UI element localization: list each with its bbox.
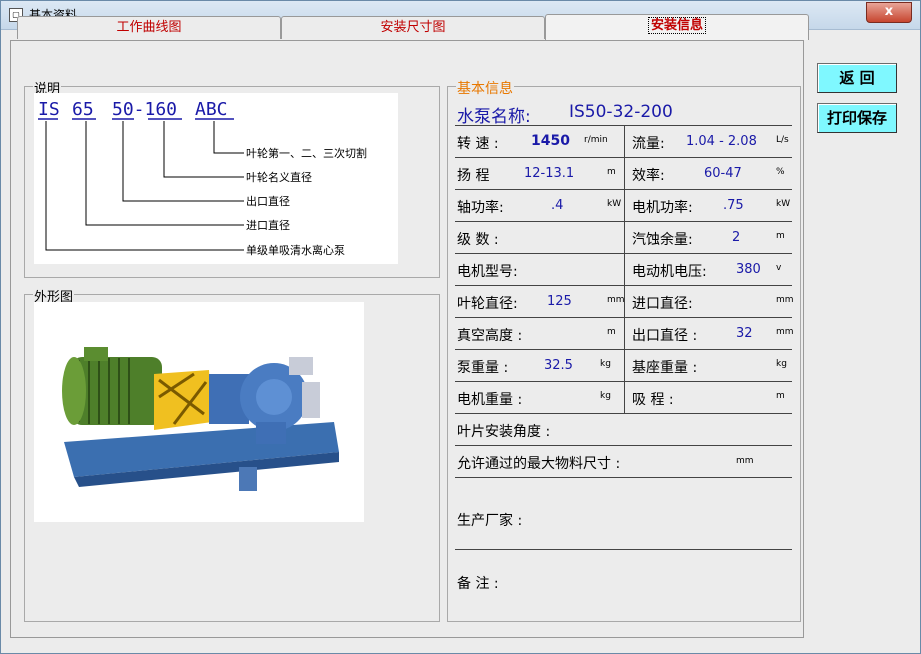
explanation-outlet: 出口直径: [246, 194, 290, 208]
head-label: 扬 程: [457, 168, 490, 184]
model-part-type: IS: [38, 99, 60, 120]
npsh-value: 2: [732, 230, 741, 245]
efficiency-label: 效率:: [632, 168, 665, 184]
shaft-power-unit: kW: [607, 199, 622, 209]
npsh-label: 汽蚀余量:: [632, 232, 693, 248]
pump-name-value: IS50-32-200: [569, 102, 673, 122]
pump-name-label: 水泵名称:: [457, 107, 531, 127]
model-part-outlet-impeller: 50-160: [112, 99, 177, 120]
pump-weight-value: 32.5: [544, 358, 573, 373]
motor-weight-label: 电机重量 :: [457, 392, 523, 408]
flow-label: 流量:: [632, 136, 665, 152]
motor-model-label: 电机型号:: [457, 264, 518, 280]
motor-power-value: .75: [723, 198, 744, 213]
base-weight-label: 基座重量 :: [632, 360, 698, 376]
close-button[interactable]: x: [866, 2, 912, 23]
model-part-cut: ABC: [195, 99, 228, 120]
shaft-power-label: 轴功率:: [457, 200, 504, 216]
max-material-label: 允许通过的最大物料尺寸 :: [457, 456, 621, 472]
column-divider: [624, 125, 625, 413]
motor-voltage-unit: v: [776, 263, 782, 273]
back-button[interactable]: 返 回: [817, 63, 897, 93]
flow-unit: L/s: [776, 135, 789, 145]
max-material-unit: mm: [736, 456, 754, 466]
basic-info-legend: 基本信息: [456, 78, 514, 98]
speed-unit: r/min: [584, 135, 608, 145]
divider: [455, 549, 792, 550]
head-unit: m: [607, 167, 616, 177]
head-value: 12-13.1: [524, 166, 575, 181]
motor-voltage-label: 电动机电压:: [632, 264, 707, 280]
explanation-inlet: 进口直径: [246, 218, 290, 232]
divider: [455, 477, 792, 478]
impeller-diameter-value: 125: [547, 294, 572, 309]
npsh-unit: m: [776, 231, 785, 241]
motor-voltage-value: 380: [736, 262, 761, 277]
remark-label: 备 注 :: [457, 576, 499, 592]
pump-weight-unit: kg: [600, 359, 611, 369]
impeller-diameter-label: 叶轮直径:: [457, 296, 518, 312]
divider: [455, 445, 792, 446]
shaft-power-value: .4: [551, 198, 564, 213]
blade-angle-label: 叶片安装角度 :: [457, 424, 551, 440]
model-diagram: IS 65 50-160 ABC 叶轮第一、二、三次切割 叶轮名义直径 出口直径…: [34, 93, 398, 264]
explanation-pump-type: 单级单吸清水离心泵: [246, 243, 345, 257]
explanation-cut: 叶轮第一、二、三次切割: [246, 146, 367, 160]
stages-label: 级 数 :: [457, 232, 499, 248]
efficiency-unit: %: [776, 167, 785, 177]
motor-power-unit: kW: [776, 199, 791, 209]
speed-value: 1450: [531, 133, 570, 149]
outlet-diameter-label: 出口直径 :: [632, 328, 698, 344]
tab-install-info[interactable]: 安装信息: [545, 14, 809, 40]
speed-label: 转 速 :: [457, 136, 499, 152]
tab-install-dimensions[interactable]: 安装尺寸图: [281, 16, 545, 39]
flow-value: 1.04 - 2.08: [686, 134, 757, 149]
model-part-inlet: 65: [72, 99, 94, 120]
outlet-diameter-value: 32: [736, 326, 753, 341]
vacuum-height-label: 真空高度 :: [457, 328, 523, 344]
suction-lift-label: 吸 程 :: [632, 392, 674, 408]
explanation-impeller: 叶轮名义直径: [246, 170, 312, 184]
divider: [455, 413, 792, 414]
base-weight-unit: kg: [776, 359, 787, 369]
manufacturer-label: 生产厂家 :: [457, 513, 523, 529]
pump-photo: [34, 302, 364, 522]
efficiency-value: 60-47: [704, 166, 742, 181]
vacuum-height-unit: m: [607, 327, 616, 337]
suction-lift-unit: m: [776, 391, 785, 401]
inlet-diameter-unit: mm: [776, 295, 794, 305]
print-save-button[interactable]: 打印保存: [817, 103, 897, 133]
outlet-diameter-unit: mm: [776, 327, 794, 337]
impeller-diameter-unit: mm: [607, 295, 625, 305]
inlet-diameter-label: 进口直径:: [632, 296, 693, 312]
pump-weight-label: 泵重量 :: [457, 360, 509, 376]
motor-weight-unit: kg: [600, 391, 611, 401]
tab-work-curve[interactable]: 工作曲线图: [17, 16, 281, 39]
motor-power-label: 电机功率:: [632, 200, 693, 216]
